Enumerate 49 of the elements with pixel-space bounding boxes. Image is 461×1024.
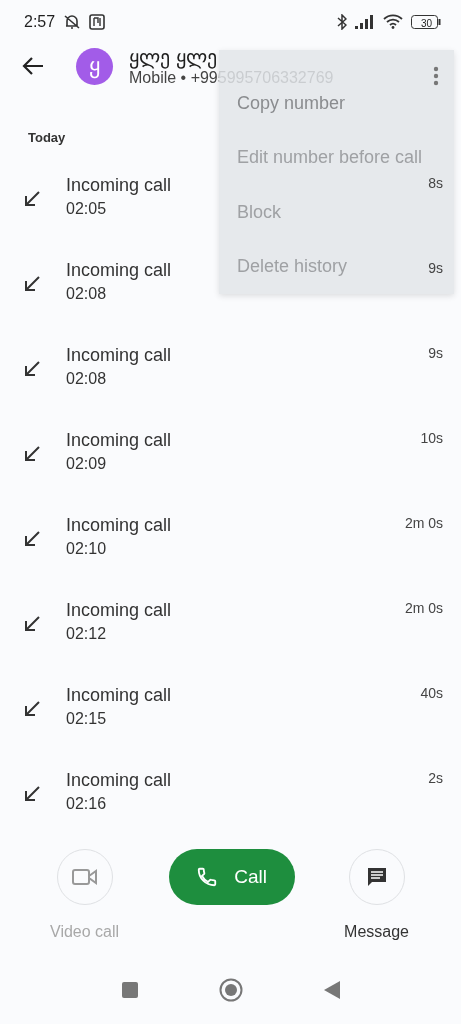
more-options-icon[interactable]	[433, 66, 439, 86]
video-camera-icon	[71, 866, 98, 887]
call-time: 02:08	[66, 284, 107, 303]
call-duration: 2m 0s	[404, 599, 443, 616]
phone-icon	[196, 865, 219, 888]
call-type: Incoming call	[66, 599, 172, 621]
wifi-icon	[383, 14, 403, 30]
call-time: 02:12	[66, 624, 107, 643]
call-time: 02:08	[66, 369, 107, 388]
back-nav-icon[interactable]	[322, 980, 341, 1001]
back-icon[interactable]	[22, 56, 44, 77]
action-label: Message	[344, 922, 409, 941]
menu-item[interactable]: Edit number before call	[237, 147, 423, 169]
action-label: Video call	[50, 922, 120, 941]
section-heading: Today	[28, 129, 66, 145]
call-type: Incoming call	[66, 769, 172, 791]
nfc-icon	[89, 13, 106, 30]
signal-icon	[355, 14, 375, 29]
menu-item[interactable]: Block	[237, 201, 281, 223]
muted-bell-icon	[63, 13, 82, 30]
call-type: Incoming call	[66, 684, 172, 706]
bluetooth-icon	[337, 13, 347, 30]
contact-name: ყლე ყლე	[129, 45, 217, 68]
call-duration: 2m 0s	[404, 514, 443, 531]
call-duration: 40s	[420, 684, 443, 701]
call-time: 02:05	[66, 199, 107, 218]
call-time: 02:16	[66, 794, 107, 813]
call-type: Incoming call	[66, 174, 172, 196]
call-time: 02:15	[66, 709, 107, 728]
call-type: Incoming call	[66, 259, 172, 281]
avatar: ყ	[76, 47, 113, 85]
call-duration: 9s	[428, 259, 443, 276]
call-type: Incoming call	[66, 344, 172, 366]
call-duration: 9s	[428, 344, 443, 361]
call-duration: 10s	[420, 429, 443, 446]
call-type: Incoming call	[66, 514, 172, 536]
call-type: Incoming call	[66, 429, 172, 451]
battery-level: 30	[420, 18, 432, 29]
recents-icon[interactable]	[120, 981, 139, 1000]
status-time: 2:57	[24, 12, 56, 31]
call-duration: 2s	[428, 769, 443, 786]
call-time: 02:10	[66, 539, 107, 558]
call-duration: 8s	[428, 174, 443, 191]
menu-item[interactable]: Copy number	[237, 92, 346, 114]
home-icon[interactable]	[218, 978, 243, 1003]
call-time: 02:09	[66, 454, 107, 473]
call-button[interactable]: Call	[168, 848, 295, 905]
menu-item[interactable]: Delete history	[237, 256, 348, 278]
battery-icon	[411, 14, 441, 29]
